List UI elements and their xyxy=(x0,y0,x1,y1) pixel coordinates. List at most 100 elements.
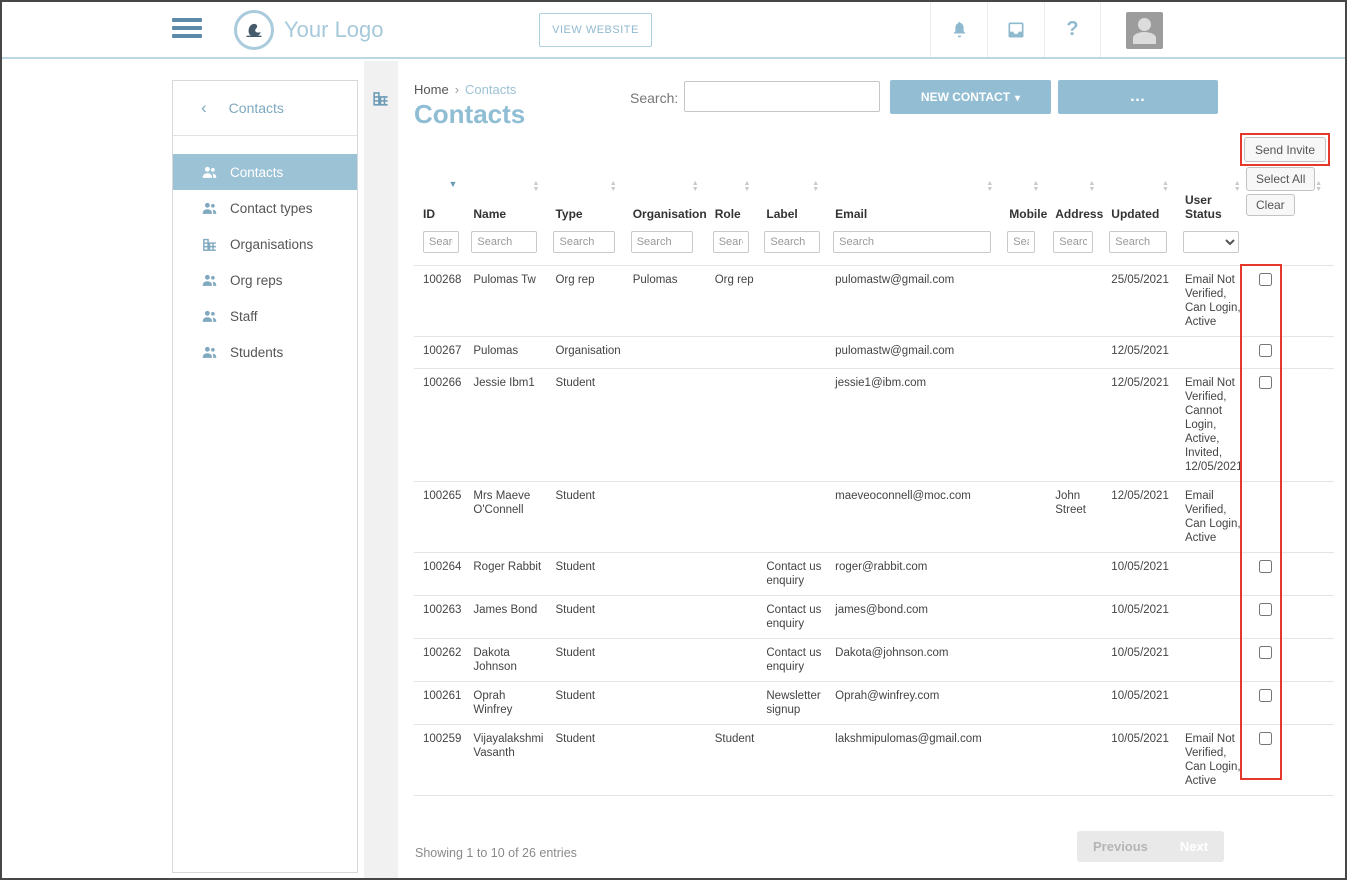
row-select-checkbox[interactable] xyxy=(1259,273,1272,286)
column-header-role[interactable]: Role xyxy=(711,193,763,229)
send-invite-button[interactable]: Send Invite xyxy=(1244,137,1326,162)
filter-input-mobile[interactable] xyxy=(1007,231,1035,253)
cell-mobile xyxy=(1005,553,1051,596)
search-input[interactable] xyxy=(684,81,880,112)
sort-toggle-icon[interactable]: ▲▼ xyxy=(812,181,819,193)
column-header-updated[interactable]: Updated xyxy=(1107,193,1181,229)
inbox-button[interactable] xyxy=(987,2,1044,57)
ellipsis-icon: … xyxy=(1130,88,1147,105)
row-select-checkbox[interactable] xyxy=(1259,646,1272,659)
cell-address xyxy=(1051,596,1107,639)
filter-input-address[interactable] xyxy=(1053,231,1093,253)
entries-summary: Showing 1 to 10 of 26 entries xyxy=(415,846,577,860)
cell-mobile xyxy=(1005,682,1051,725)
sidebar-nav: ContactsContact types Organisations Org re… xyxy=(173,154,357,370)
cell-user_status xyxy=(1181,682,1253,725)
column-header-id[interactable]: ID xyxy=(414,193,469,229)
row-select-checkbox[interactable] xyxy=(1259,376,1272,389)
cell-id: 100262 xyxy=(414,639,469,682)
cell-id: 100263 xyxy=(414,596,469,639)
sidebar-item-label: Organisations xyxy=(230,237,313,252)
cell-address xyxy=(1051,553,1107,596)
cell-select xyxy=(1253,682,1334,725)
sidebar-item-contact-types[interactable]: Contact types xyxy=(173,190,357,226)
new-contact-button[interactable]: NEW CONTACT▾ xyxy=(890,80,1051,114)
organisation-strip-icon[interactable] xyxy=(371,89,391,113)
filter-input-label[interactable] xyxy=(764,231,820,253)
row-select-checkbox[interactable] xyxy=(1259,732,1272,745)
cell-id: 100259 xyxy=(414,725,469,796)
cell-user_status xyxy=(1181,596,1253,639)
cell-role: Student xyxy=(711,725,763,796)
notifications-button[interactable] xyxy=(930,2,987,57)
avatar[interactable] xyxy=(1126,12,1163,49)
logo[interactable]: Your Logo xyxy=(234,10,384,50)
sort-toggle-icon[interactable]: ▲▼ xyxy=(610,181,617,193)
filter-input-type[interactable] xyxy=(553,231,615,253)
sidebar-item-organisations[interactable]: Organisations xyxy=(173,226,357,262)
column-header-mobile[interactable]: Mobile xyxy=(1005,193,1051,229)
more-actions-button[interactable]: … xyxy=(1058,80,1218,114)
sidebar-item-contacts[interactable]: Contacts xyxy=(173,154,357,190)
sort-toggle-icon[interactable]: ▲▼ xyxy=(743,181,750,193)
cell-updated: 10/05/2021 xyxy=(1107,682,1181,725)
cell-organisation xyxy=(629,596,711,639)
filter-select-user-status[interactable] xyxy=(1183,231,1239,253)
row-select-checkbox[interactable] xyxy=(1259,603,1272,616)
cell-updated: 12/05/2021 xyxy=(1107,482,1181,553)
next-button[interactable]: Next xyxy=(1164,831,1224,862)
cell-select xyxy=(1253,596,1334,639)
sort-toggle-icon[interactable]: ▲▼ xyxy=(1162,181,1169,193)
column-header-label[interactable]: Label xyxy=(762,193,831,229)
column-header-type[interactable]: Type xyxy=(551,193,628,229)
cell-type: Organisation xyxy=(551,337,628,369)
filter-input-id[interactable] xyxy=(423,231,459,253)
sidebar-item-students[interactable]: Students xyxy=(173,334,357,370)
send-invite-highlight-box: Send Invite xyxy=(1240,133,1330,166)
sort-toggle-icon[interactable]: ▲▼ xyxy=(1032,181,1039,193)
breadcrumb-home[interactable]: Home xyxy=(414,82,449,97)
sidebar-item-org-reps[interactable]: Org reps xyxy=(173,262,357,298)
sort-active-desc-icon[interactable]: ▼ xyxy=(448,179,457,189)
column-header-name[interactable]: Name xyxy=(469,193,551,229)
view-website-button[interactable]: VIEW WEBSITE xyxy=(539,13,652,47)
sidebar-header[interactable]: ‹ Contacts xyxy=(173,81,357,136)
previous-button[interactable]: Previous xyxy=(1077,831,1164,862)
column-header-organisation[interactable]: Organisation xyxy=(629,193,711,229)
sort-toggle-icon[interactable]: ▲▼ xyxy=(692,181,699,193)
people-icon xyxy=(201,308,218,325)
filter-input-updated[interactable] xyxy=(1109,231,1167,253)
sort-toggle-icon[interactable]: ▲▼ xyxy=(986,181,993,193)
new-contact-label: NEW CONTACT xyxy=(921,90,1010,104)
filter-input-role[interactable] xyxy=(713,231,749,253)
column-header-user_status[interactable]: User Status xyxy=(1181,193,1253,229)
menu-icon[interactable] xyxy=(172,18,202,42)
cell-mobile xyxy=(1005,369,1051,482)
cell-name: James Bond xyxy=(469,596,551,639)
table-row: 100268Pulomas TwOrg repPulomasOrg reppul… xyxy=(414,266,1334,337)
filter-input-email[interactable] xyxy=(833,231,991,253)
column-header-address[interactable]: Address xyxy=(1051,193,1107,229)
sort-toggle-icon[interactable]: ▲▼ xyxy=(1315,181,1322,193)
logo-bird-icon xyxy=(234,10,274,50)
logo-text: Your Logo xyxy=(284,17,384,43)
bell-icon xyxy=(950,20,969,39)
cell-mobile xyxy=(1005,725,1051,796)
help-button[interactable]: ? xyxy=(1044,2,1101,57)
row-select-checkbox[interactable] xyxy=(1259,344,1272,357)
sidebar-item-label: Org reps xyxy=(230,273,283,288)
sort-toggle-icon[interactable]: ▲▼ xyxy=(533,181,540,193)
sort-toggle-icon[interactable]: ▲▼ xyxy=(1234,181,1241,193)
filter-input-name[interactable] xyxy=(471,231,537,253)
sidebar: ‹ Contacts ContactsContact typesOrganisa… xyxy=(172,80,358,873)
row-select-checkbox[interactable] xyxy=(1259,689,1272,702)
cell-type: Student xyxy=(551,369,628,482)
chevron-left-icon[interactable]: ‹ xyxy=(201,98,207,118)
sort-toggle-icon[interactable]: ▲▼ xyxy=(1088,181,1095,193)
column-header-email[interactable]: Email xyxy=(831,193,1005,229)
cell-organisation xyxy=(629,553,711,596)
row-select-checkbox[interactable] xyxy=(1259,560,1272,573)
sidebar-item-staff[interactable]: Staff xyxy=(173,298,357,334)
filter-input-organisation[interactable] xyxy=(631,231,693,253)
sidebar-title: Contacts xyxy=(229,100,284,116)
